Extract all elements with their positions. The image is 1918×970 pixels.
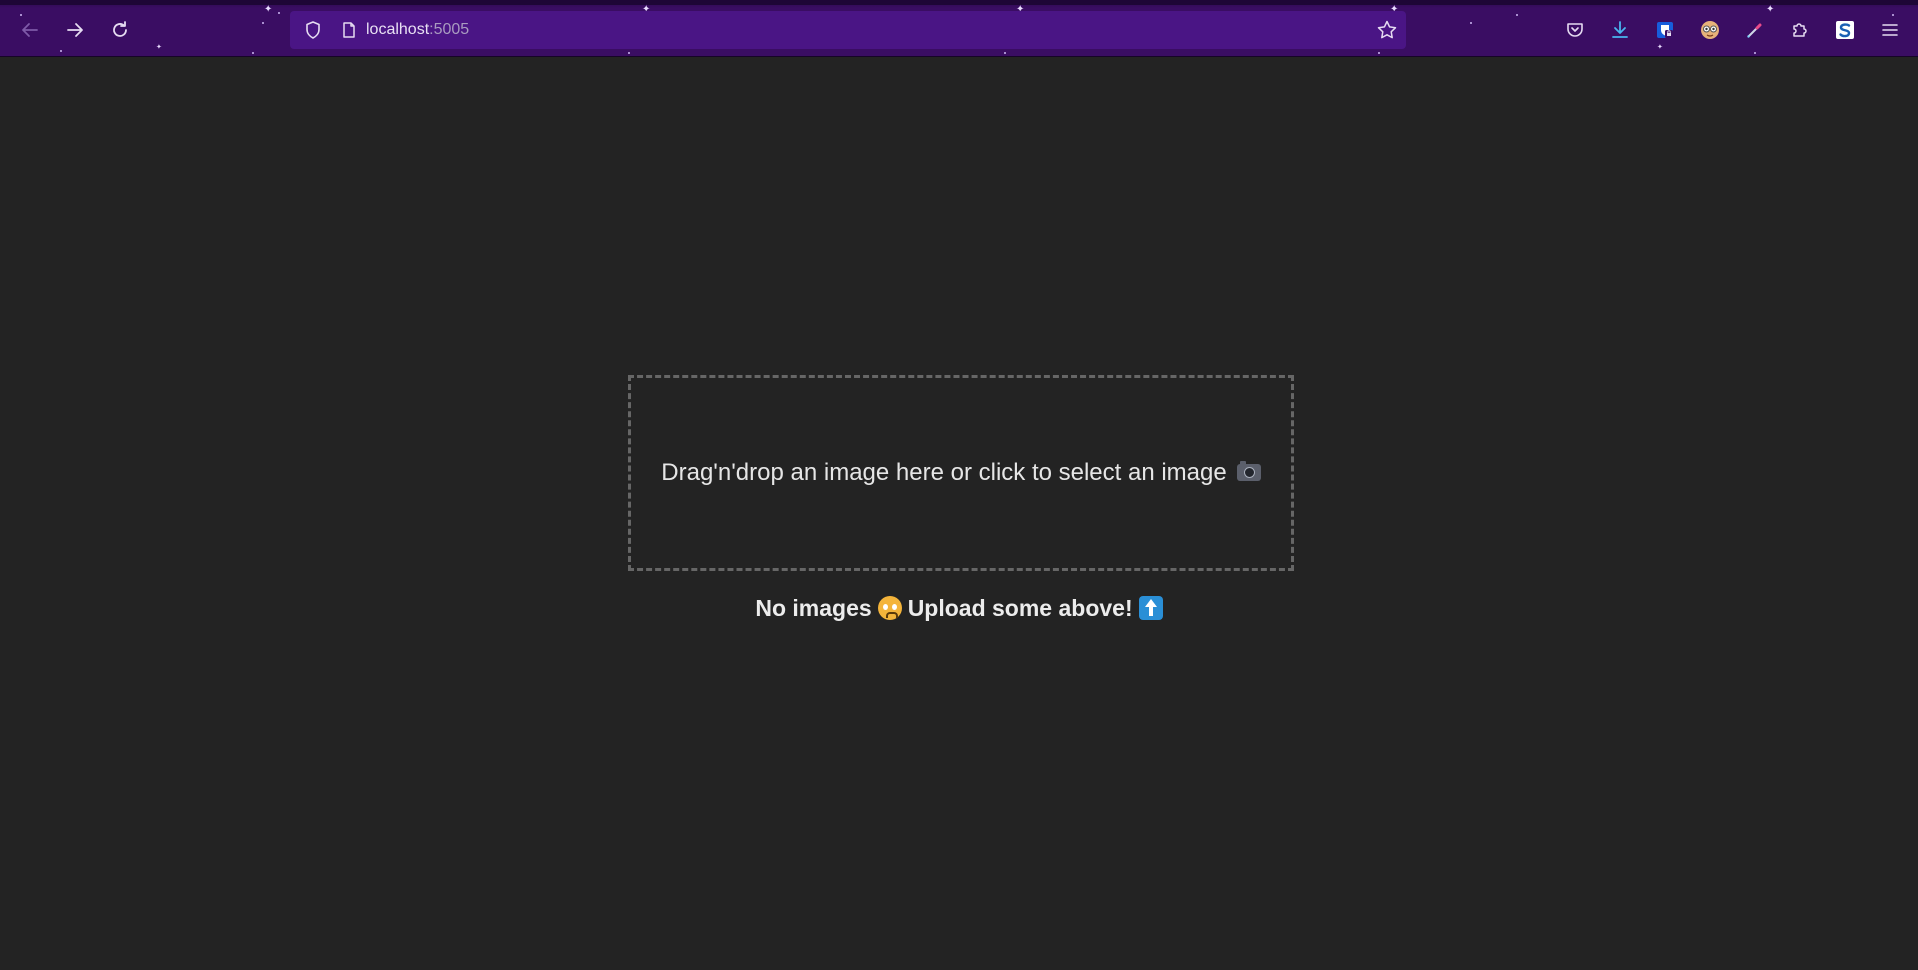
empty-state-message: No images Upload some above! (0, 595, 1918, 622)
up-arrow-icon (1138, 596, 1163, 620)
theme-dot-decoration (60, 50, 62, 52)
theme-dot-decoration (252, 52, 254, 54)
theme-star-decoration: ✦ (156, 43, 162, 51)
avatar-extension-icon (1701, 21, 1719, 39)
theme-dot-decoration (1378, 52, 1380, 54)
theme-dot-decoration (278, 12, 280, 14)
theme-dot-decoration (628, 52, 630, 54)
theme-dot-decoration (1516, 14, 1518, 16)
browser-toolbar: ✦ ✦ ✦ ✦ ✦ ✦ ✦ ✦ ✦ ✦ (0, 0, 1918, 57)
s-extension-icon (1836, 21, 1854, 39)
page-content: Drag'n'drop an image here or click to se… (0, 57, 1918, 970)
dropper-extension-button[interactable] (1740, 15, 1770, 45)
arrow-right-icon (67, 23, 83, 37)
bitwarden-extension-button[interactable] (1650, 15, 1680, 45)
theme-dot-decoration (1754, 52, 1756, 54)
url-port: :5005 (429, 21, 470, 38)
theme-dot-decoration (262, 22, 264, 24)
empty-message-suffix: Upload some above! (907, 595, 1133, 621)
puzzle-icon (1793, 23, 1807, 37)
pocket-button[interactable] (1560, 15, 1590, 45)
extensions-button[interactable] (1785, 15, 1815, 45)
dropzone-label: Drag'n'drop an image here or click to se… (661, 459, 1261, 487)
app-menu-button[interactable] (1875, 15, 1905, 45)
theme-star-decoration: ✦ (264, 4, 273, 15)
theme-dot-decoration (1470, 22, 1472, 24)
tracking-protection-button[interactable] (298, 15, 328, 45)
dropzone-text: Drag'n'drop an image here or click to se… (661, 459, 1227, 486)
url-text[interactable]: localhost:5005 (366, 21, 469, 39)
s-extension-button[interactable] (1830, 15, 1860, 45)
bitwarden-icon (1657, 22, 1673, 38)
address-bar[interactable]: localhost:5005 (290, 11, 1406, 49)
image-dropzone[interactable]: Drag'n'drop an image here or click to se… (628, 375, 1294, 571)
shield-icon (306, 21, 320, 39)
forward-button[interactable] (59, 14, 91, 46)
back-button[interactable] (14, 14, 46, 46)
page-icon (343, 22, 355, 38)
bookmark-button[interactable] (1372, 15, 1402, 45)
avatar-extension-button[interactable] (1695, 15, 1725, 45)
reload-button[interactable] (104, 14, 136, 46)
site-info-button[interactable] (334, 15, 364, 45)
camera-icon (1236, 461, 1261, 481)
browser-window: ✦ ✦ ✦ ✦ ✦ ✦ ✦ ✦ ✦ ✦ (0, 0, 1918, 970)
dropper-icon (1747, 23, 1762, 38)
arrow-left-icon (22, 23, 38, 37)
download-icon (1612, 21, 1628, 38)
pocket-icon (1567, 23, 1583, 37)
sad-face-icon (877, 596, 902, 620)
hamburger-menu-icon (1882, 24, 1898, 36)
empty-message-prefix: No images (755, 595, 872, 621)
reload-icon (113, 21, 127, 37)
url-host: localhost (366, 21, 430, 38)
tab-strip-edge (0, 0, 1918, 5)
star-icon (1377, 20, 1397, 39)
theme-dot-decoration (1004, 52, 1006, 54)
theme-star-decoration: ✦ (1766, 4, 1775, 15)
downloads-button[interactable] (1605, 15, 1635, 45)
